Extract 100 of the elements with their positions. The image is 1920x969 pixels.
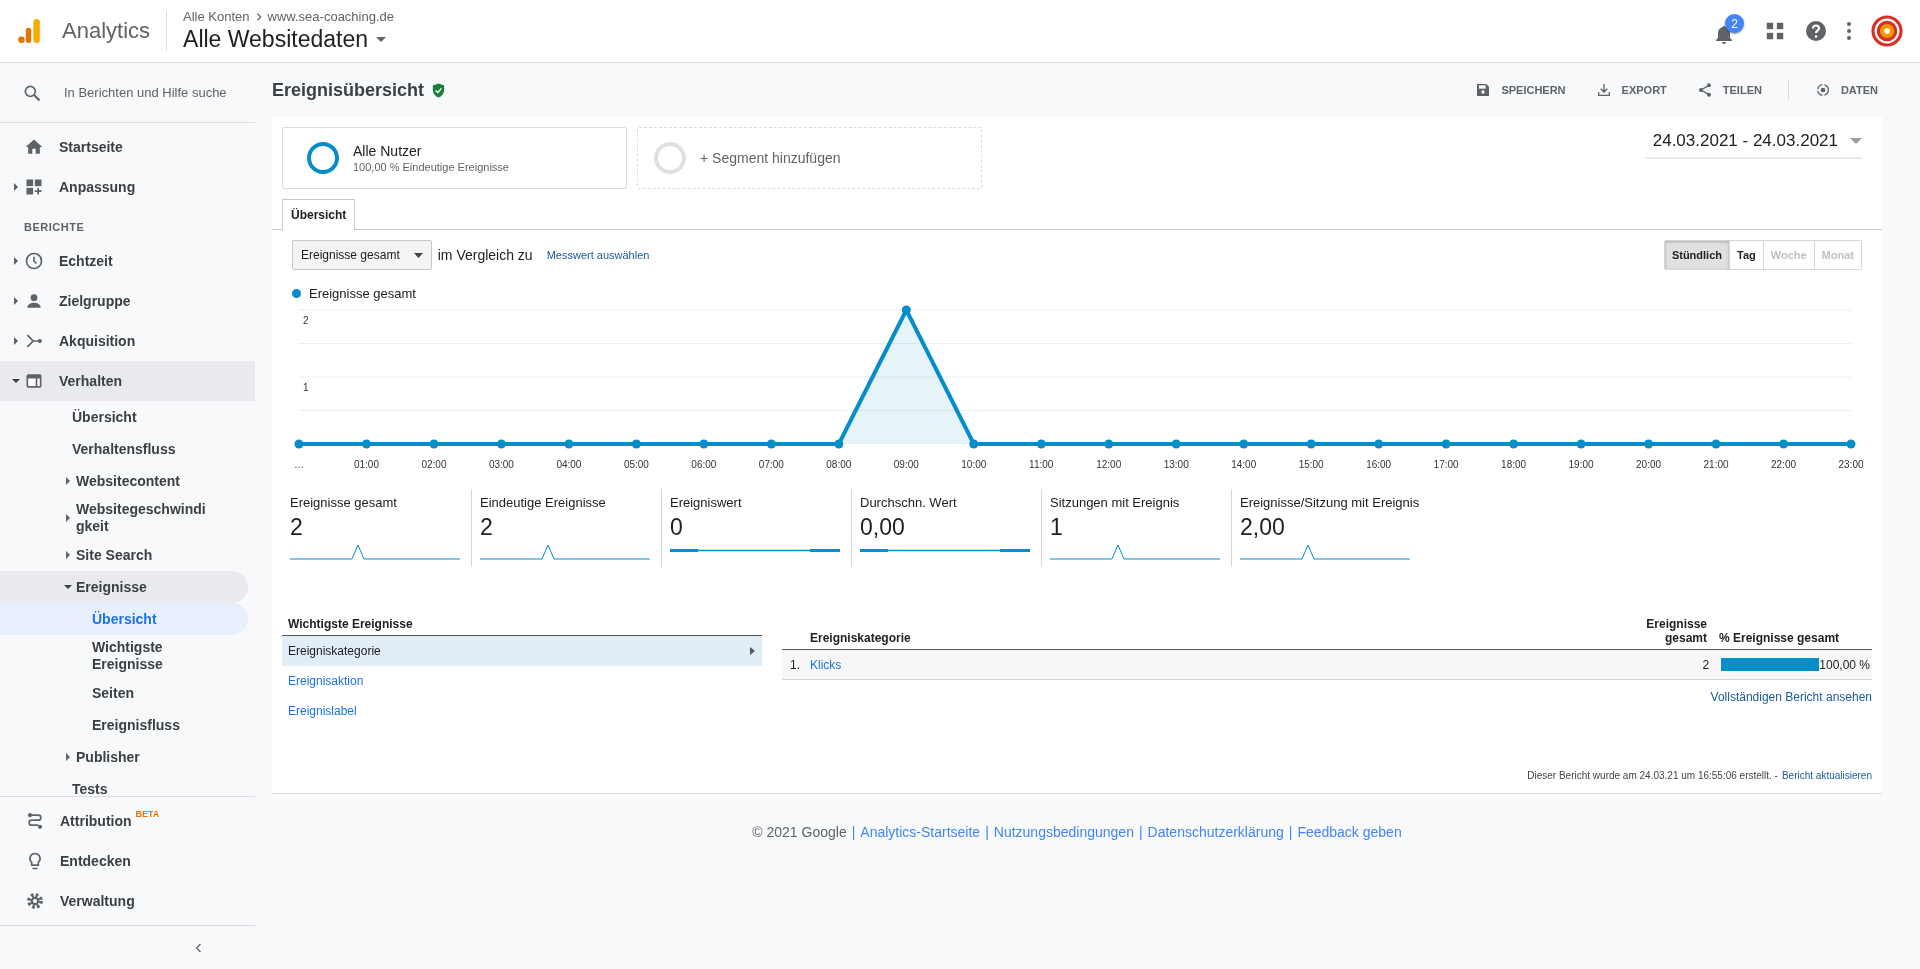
- caret-icon[interactable]: [64, 514, 72, 522]
- footer-link[interactable]: Datenschutzerklärung: [1147, 824, 1284, 840]
- apps-grid-icon: [1764, 20, 1786, 42]
- data-point: [1104, 439, 1114, 449]
- full-report-link[interactable]: Vollständigen Bericht ansehen: [1710, 690, 1872, 704]
- category-link[interactable]: Klicks: [810, 657, 1640, 672]
- nav-item[interactable]: Anpassung: [0, 167, 255, 207]
- toolbar-button[interactable]: SPEICHERN: [1471, 78, 1570, 102]
- dimension-item[interactable]: Ereigniskategorie: [282, 636, 762, 666]
- data-point: [362, 439, 371, 449]
- nav-item[interactable]: Ereignisse: [0, 571, 248, 603]
- nav-item[interactable]: Seiten: [0, 677, 248, 709]
- caret-icon[interactable]: [12, 297, 20, 305]
- data-point: [1576, 439, 1586, 449]
- download-icon: [1595, 82, 1612, 98]
- nav-item[interactable]: Echtzeit: [0, 241, 255, 281]
- toolbar-button[interactable]: DATEN: [1810, 78, 1882, 102]
- data-point: [901, 305, 911, 315]
- nav-item[interactable]: Übersicht: [0, 603, 248, 635]
- dimension-item[interactable]: Ereignislabel: [282, 696, 762, 726]
- caret-icon[interactable]: [12, 337, 20, 345]
- tab[interactable]: Übersicht: [282, 199, 356, 230]
- footer-link[interactable]: Feedback geben: [1297, 824, 1402, 840]
- caret-icon[interactable]: [64, 477, 72, 485]
- view-selector[interactable]: Alle Websitedaten: [183, 26, 394, 53]
- date-range-picker[interactable]: 24.03.2021 - 24.03.2021: [1644, 127, 1862, 159]
- avatar-icon: [1870, 14, 1904, 48]
- x-axis-label: 20:00: [1636, 459, 1662, 470]
- nav-item[interactable]: Verhalten: [0, 361, 255, 401]
- nav-item[interactable]: Publisher: [0, 741, 248, 773]
- caret-icon[interactable]: [64, 753, 72, 761]
- metric-label: Ereignisse/Sitzung mit Ereignis: [1240, 495, 1420, 510]
- route-icon: [25, 811, 45, 831]
- x-axis-label: 12:00: [1096, 459, 1122, 470]
- search-field[interactable]: In Berichten und Hilfe suche: [64, 85, 234, 100]
- nav-item[interactable]: Site Search: [0, 539, 248, 571]
- x-axis-label: 11:00: [1029, 459, 1054, 470]
- x-axis-label: 23:00: [1838, 459, 1864, 470]
- table-cell-text: 100,00 %: [1819, 657, 1871, 672]
- granularity-button[interactable]: Stündlich: [1664, 241, 1729, 269]
- add-segment-card[interactable]: + Segment hinzufügen: [637, 127, 982, 189]
- nav-item[interactable]: Akquisition: [0, 321, 255, 361]
- x-axis-label: 16:00: [1366, 459, 1392, 470]
- nav-item[interactable]: Verwaltung: [0, 881, 248, 921]
- legend-label: Ereignisse gesamt: [309, 286, 416, 301]
- data-point: [1846, 439, 1856, 449]
- nav-item[interactable]: Wichtigste Ereignisse: [0, 635, 248, 677]
- refresh-report-link[interactable]: Bericht aktualisieren: [1781, 770, 1872, 781]
- sync-circle-icon: [1814, 82, 1831, 98]
- caret-icon[interactable]: [12, 183, 20, 191]
- caret-icon[interactable]: [12, 257, 20, 265]
- x-axis-label: 14:00: [1231, 459, 1257, 470]
- metric-dropdown[interactable]: Ereignisse gesamt: [292, 240, 432, 270]
- separator: |: [1288, 824, 1293, 840]
- data-point: [496, 439, 506, 449]
- x-axis-label: 22:00: [1771, 459, 1797, 470]
- x-axis-label: 15:00: [1298, 459, 1324, 470]
- segment-card[interactable]: Alle Nutzer 100,00 % Eindeutige Ereignisse: [282, 127, 627, 189]
- nav-item[interactable]: Ereignisfluss: [0, 709, 248, 741]
- nav-item[interactable]: Entdecken: [0, 841, 248, 881]
- data-point: [699, 439, 709, 449]
- nav-item[interactable]: Tests: [0, 773, 248, 796]
- separator: |: [851, 824, 856, 840]
- nav-item[interactable]: Websitecontent: [0, 465, 248, 497]
- x-axis-label: 08:00: [826, 459, 852, 470]
- person-icon: [24, 291, 44, 311]
- toolbar-button[interactable]: TEILEN: [1692, 78, 1766, 102]
- toolbar-button[interactable]: EXPORT: [1591, 78, 1671, 102]
- x-axis-label: 06:00: [691, 459, 717, 470]
- nav-item[interactable]: Verhaltensfluss: [0, 433, 248, 465]
- separator: |: [1138, 824, 1143, 840]
- nav-item[interactable]: Startseite: [0, 127, 255, 167]
- nav-item[interactable]: Zielgruppe: [0, 281, 255, 321]
- dimension-item[interactable]: Ereignisaktion: [282, 666, 762, 696]
- more-vert-icon: [1846, 21, 1852, 41]
- legend-dot: [292, 289, 301, 298]
- share-icon: [1696, 82, 1713, 98]
- caret-icon[interactable]: [12, 377, 20, 385]
- metric-label: Ereignisse gesamt: [290, 495, 398, 510]
- data-point: [429, 439, 439, 449]
- notifications-button[interactable]: 2: [1712, 14, 1746, 48]
- x-axis-label: 17:00: [1433, 459, 1459, 470]
- select-metric-link[interactable]: Messwert auswählen: [546, 249, 650, 261]
- segment-detail: 100,00 % Eindeutige Ereignisse: [353, 161, 509, 173]
- clock-icon: [24, 251, 44, 271]
- data-point: [294, 439, 304, 449]
- data-point: [834, 439, 844, 449]
- caret-icon[interactable]: [64, 551, 72, 559]
- x-axis-label: 19:00: [1568, 459, 1594, 470]
- breadcrumb-link[interactable]: www.sea-coaching.de: [267, 9, 394, 24]
- nav-item[interactable]: Übersicht: [0, 401, 248, 433]
- data-point: [766, 439, 776, 449]
- nav-item[interactable]: Websitegeschwindigkeit: [0, 497, 248, 539]
- breadcrumb-link[interactable]: Alle Konten: [183, 9, 250, 24]
- caret-icon[interactable]: [64, 583, 72, 591]
- metric-label: Eindeutige Ereignisse: [480, 495, 607, 510]
- nav-item[interactable]: Attribution BETA: [0, 801, 248, 841]
- compare-label: im Vergleich zu: [437, 247, 533, 263]
- x-axis-label: 02:00: [421, 459, 447, 470]
- metric-label: Sitzungen mit Ereignis: [1050, 495, 1181, 510]
